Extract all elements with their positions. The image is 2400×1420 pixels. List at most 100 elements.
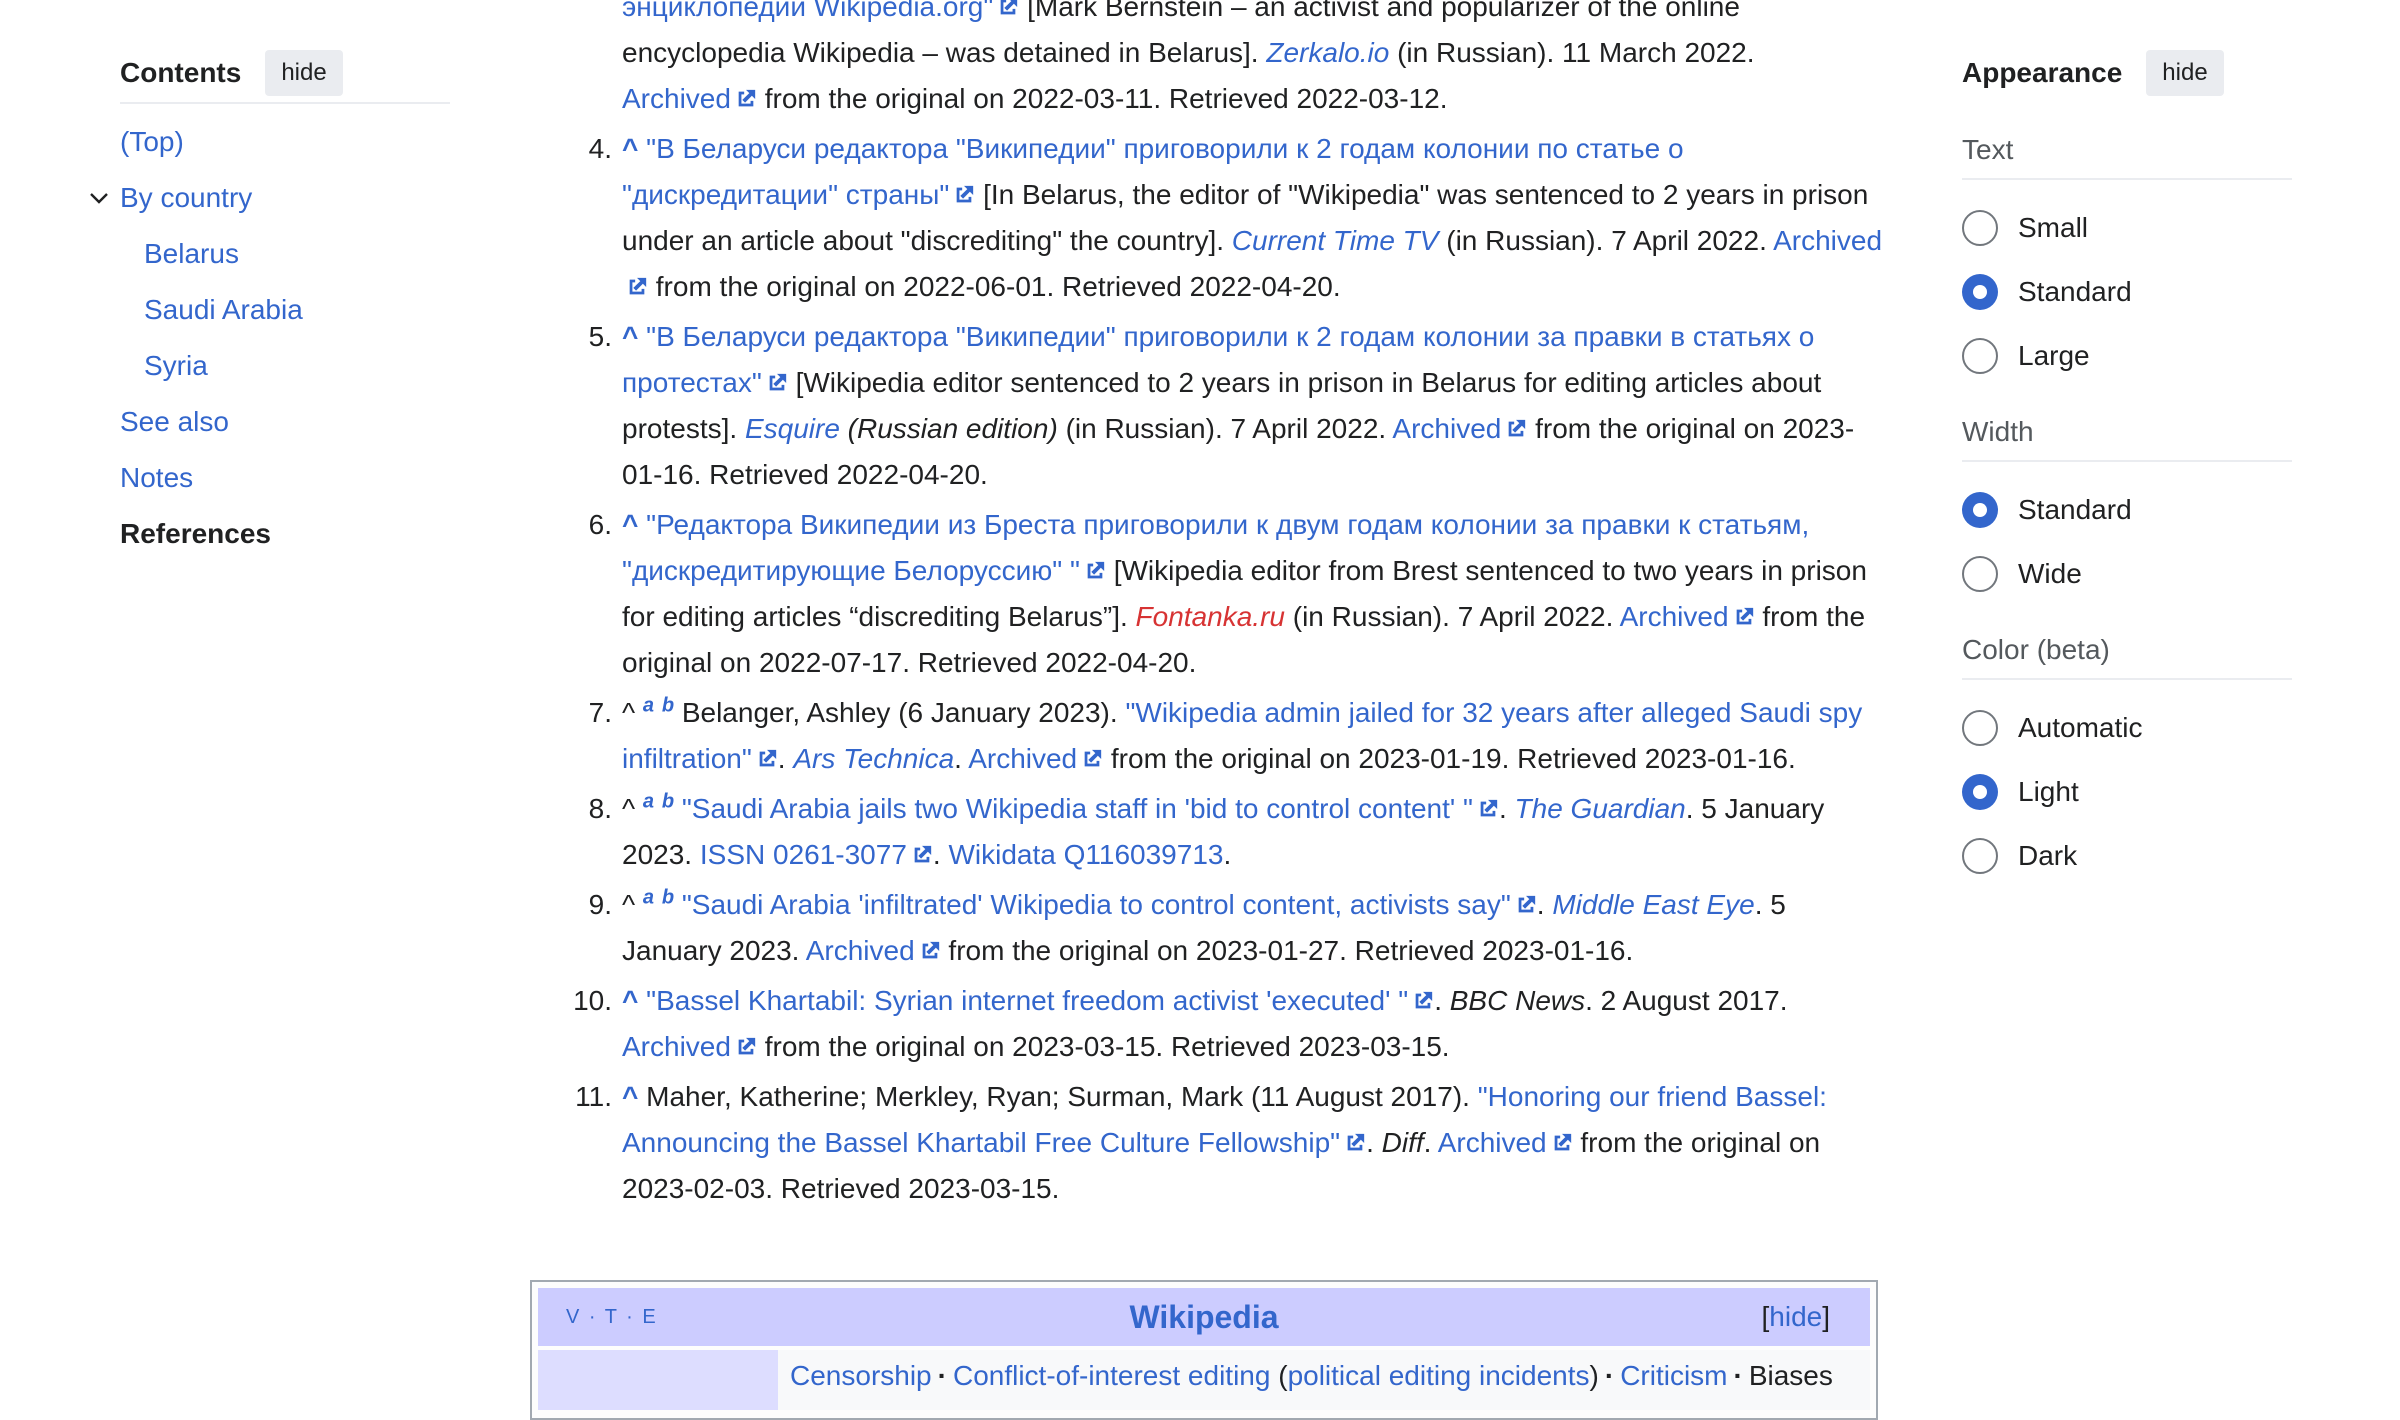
- external-link-icon: [1412, 990, 1434, 1012]
- ref-details: (in Russian). 7 April 2022.: [1446, 225, 1767, 256]
- ref-source-link[interactable]: Esquire: [745, 413, 840, 444]
- external-link-icon: [626, 276, 648, 298]
- backlink-caret[interactable]: ^: [622, 985, 638, 1016]
- backlink-caret: ^: [622, 889, 636, 920]
- text-size-label: Text: [1962, 122, 2292, 180]
- archived-link[interactable]: Archived: [1438, 1127, 1547, 1158]
- archived-link[interactable]: Archived: [806, 935, 915, 966]
- ref-source: Diff: [1381, 1127, 1424, 1158]
- toc-item-belarus[interactable]: Belarus: [120, 226, 450, 282]
- table-of-contents: Contents hide (Top) By country Belarus S…: [90, 44, 450, 562]
- option-label: Wide: [2018, 558, 2082, 589]
- ref-date: . 2 August 2017.: [1585, 985, 1788, 1016]
- external-link-icon: [1084, 560, 1106, 582]
- option-label: Large: [2018, 340, 2090, 371]
- appearance-hide-button[interactable]: hide: [2146, 50, 2224, 96]
- archived-link[interactable]: Archived: [1392, 413, 1501, 444]
- toc-item-by-country[interactable]: By country: [90, 170, 450, 226]
- ref-number: 8.: [588, 793, 612, 824]
- ref-author: Belanger, Ashley (6 January 2023).: [681, 697, 1118, 728]
- radio-checked-icon[interactable]: [1962, 774, 1998, 810]
- navbox-vte-links[interactable]: V · T · E: [566, 1306, 658, 1329]
- width-standard-option[interactable]: Standard: [1962, 478, 2292, 542]
- ref-author: Maher, Katherine; Merkley, Ryan; Surman,…: [646, 1081, 1470, 1112]
- chevron-down-icon[interactable]: [84, 170, 114, 226]
- navbox-item-biases: Biases: [1748, 1360, 1833, 1391]
- navbox-title[interactable]: Wikipedia: [1129, 1299, 1278, 1336]
- reference-item: 11. ^ Maher, Katherine; Merkley, Ryan; S…: [572, 1074, 1884, 1212]
- radio-icon[interactable]: [1962, 210, 1998, 246]
- ref-title-link[interactable]: "Saudi Arabia jails two Wikipedia staff …: [682, 793, 1473, 824]
- option-label: Standard: [2018, 276, 2132, 307]
- archived-link[interactable]: Archived: [622, 1031, 731, 1062]
- toc-hide-button[interactable]: hide: [265, 50, 343, 96]
- navbox-title-row: V · T · E Wikipedia [hide]: [538, 1288, 1870, 1346]
- external-link-icon: [735, 88, 757, 110]
- backlink-b[interactable]: b: [662, 791, 674, 813]
- ref-source-link[interactable]: Current Time TV: [1232, 225, 1439, 256]
- radio-icon[interactable]: [1962, 710, 1998, 746]
- external-link-icon: [953, 184, 975, 206]
- wikidata-link[interactable]: Wikidata Q116039713: [948, 839, 1223, 870]
- ref-title-link[interactable]: энциклопедии Wikipedia.org": [622, 0, 993, 22]
- archived-link[interactable]: Archived: [1773, 225, 1882, 256]
- radio-icon[interactable]: [1962, 338, 1998, 374]
- color-light-option[interactable]: Light: [1962, 760, 2292, 824]
- ref-retrieved: from the original on 2023-01-27. Retriev…: [948, 935, 1634, 966]
- external-link-icon: [1505, 418, 1527, 440]
- radio-icon[interactable]: [1962, 838, 1998, 874]
- ref-number: 10.: [573, 985, 612, 1016]
- toc-item-notes[interactable]: Notes: [120, 450, 450, 506]
- ref-source-link[interactable]: Zerkalo.io: [1266, 37, 1389, 68]
- width-wide-option[interactable]: Wide: [1962, 542, 2292, 606]
- ref-translation: encyclopedia Wikipedia – was detained in…: [622, 37, 1259, 68]
- ref-source-link[interactable]: The Guardian: [1515, 793, 1686, 824]
- ref-source-link[interactable]: Middle East Eye: [1552, 889, 1754, 920]
- backlink-caret[interactable]: ^: [622, 321, 638, 352]
- text-size-large-option[interactable]: Large: [1962, 324, 2292, 388]
- radio-checked-icon[interactable]: [1962, 492, 1998, 528]
- radio-icon[interactable]: [1962, 556, 1998, 592]
- external-link-icon: [1477, 798, 1499, 820]
- ref-title-link[interactable]: "Saudi Arabia 'infiltrated' Wikipedia to…: [682, 889, 1511, 920]
- issn-link[interactable]: ISSN 0261-3077: [700, 839, 907, 870]
- backlink-caret[interactable]: ^: [622, 1081, 638, 1112]
- backlink-a[interactable]: a: [643, 791, 654, 813]
- backlink-b[interactable]: b: [662, 695, 674, 717]
- radio-checked-icon[interactable]: [1962, 274, 1998, 310]
- ref-source-redlink[interactable]: Fontanka.ru: [1136, 601, 1285, 632]
- reference-item: 8. ^ a b "Saudi Arabia jails two Wikiped…: [572, 786, 1884, 878]
- text-size-standard-option[interactable]: Standard: [1962, 260, 2292, 324]
- navbox-link-political-editing[interactable]: political editing incidents: [1288, 1360, 1590, 1391]
- toc-item-syria[interactable]: Syria: [120, 338, 450, 394]
- navbox-link-coi-editing[interactable]: Conflict-of-interest editing: [953, 1360, 1270, 1391]
- backlink-caret[interactable]: ^: [622, 509, 638, 540]
- navbox-link-censorship[interactable]: Censorship: [790, 1360, 932, 1391]
- ref-source-link[interactable]: Ars Technica: [793, 743, 954, 774]
- toc-item-saudi-arabia[interactable]: Saudi Arabia: [120, 282, 450, 338]
- toc-item-references[interactable]: References: [120, 506, 450, 562]
- toc-item-top[interactable]: (Top): [120, 114, 450, 170]
- navbox-link-criticism[interactable]: Criticism: [1620, 1360, 1727, 1391]
- option-label: Light: [2018, 776, 2079, 807]
- backlink-caret[interactable]: ^: [622, 133, 638, 164]
- backlink-b[interactable]: b: [662, 887, 674, 909]
- ref-title-link[interactable]: "Bassel Khartabil: Syrian internet freed…: [646, 985, 1408, 1016]
- archived-link[interactable]: Archived: [622, 83, 731, 114]
- color-options: Automatic Light Dark: [1962, 680, 2292, 896]
- ref-translation: [Mark Bernstein – an activist and popula…: [1027, 0, 1740, 22]
- external-link-icon: [997, 0, 1019, 18]
- text-size-small-option[interactable]: Small: [1962, 196, 2292, 260]
- backlink-a[interactable]: a: [643, 887, 654, 909]
- color-automatic-option[interactable]: Automatic: [1962, 696, 2292, 760]
- backlink-a[interactable]: a: [643, 695, 654, 717]
- color-dark-option[interactable]: Dark: [1962, 824, 2292, 888]
- archived-link[interactable]: Archived: [1620, 601, 1729, 632]
- option-label: Small: [2018, 212, 2089, 243]
- navbox-hide-toggle[interactable]: [hide]: [1762, 1301, 1831, 1333]
- navbox-hide-link[interactable]: hide: [1769, 1301, 1822, 1332]
- external-link-icon: [766, 372, 788, 394]
- reference-item: энциклопедии Wikipedia.org" [Mark Bernst…: [572, 0, 1884, 122]
- archived-link[interactable]: Archived: [968, 743, 1077, 774]
- toc-item-see-also[interactable]: See also: [120, 394, 450, 450]
